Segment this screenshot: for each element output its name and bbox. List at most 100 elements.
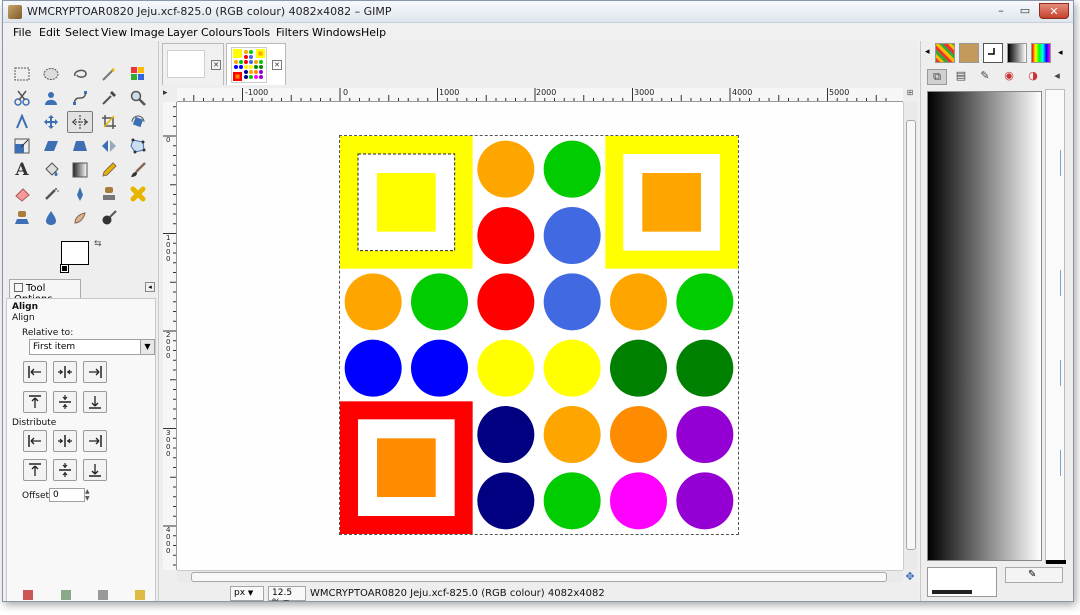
maximize-button[interactable]: ▭ [1013, 3, 1037, 19]
align-center-button[interactable] [53, 361, 77, 383]
dodge-burn-tool[interactable] [96, 207, 122, 229]
offset-spinner[interactable]: ▲ ▼ [85, 488, 92, 502]
vertical-scroll-thumb[interactable] [906, 120, 916, 550]
image-canvas[interactable] [177, 102, 903, 570]
foreground-select-tool[interactable] [38, 87, 64, 109]
gradient-list-strip[interactable] [1045, 89, 1066, 564]
menu-select[interactable]: Select [65, 26, 99, 39]
vertical-ruler[interactable]: 0 1000 2000 3000 4000 [163, 102, 177, 570]
menu-image[interactable]: Image [130, 26, 164, 39]
swap-colors-icon[interactable]: ⇆ [94, 239, 102, 249]
color-picker-tool[interactable] [96, 87, 122, 109]
layers-icon[interactable]: ⧉ [927, 69, 947, 85]
dock-menu-icon[interactable]: ◂ [925, 47, 930, 57]
blur-tool[interactable] [38, 207, 64, 229]
quick-mask-icon[interactable]: ▸ [163, 88, 177, 102]
colormap-icon[interactable]: ◉ [999, 69, 1019, 85]
heal-tool[interactable] [125, 183, 151, 205]
horizontal-ruler[interactable]: -1000 0 1000 2000 3000 4000 5000 [177, 88, 903, 102]
lasso-tool[interactable] [67, 63, 93, 85]
pencil-tool[interactable] [96, 159, 122, 181]
delete-options-icon[interactable] [98, 590, 108, 600]
fuzzy-select-tool[interactable] [96, 63, 122, 85]
menu-windows[interactable]: Windows [312, 26, 361, 39]
menu-view[interactable]: View [101, 26, 127, 39]
close-button[interactable]: ✕ [1039, 3, 1069, 19]
align-right-button[interactable] [83, 361, 107, 383]
perspective-tool[interactable] [67, 135, 93, 157]
restore-options-icon[interactable] [61, 590, 71, 600]
image-content[interactable] [339, 135, 739, 535]
scale-tool[interactable] [9, 135, 35, 157]
cage-tool[interactable] [125, 135, 151, 157]
rotate-tool[interactable] [125, 111, 151, 133]
offset-input[interactable]: 0 [49, 488, 85, 502]
default-colors-icon[interactable] [60, 264, 69, 273]
gradient-preview[interactable] [927, 91, 1042, 561]
align-middle-button[interactable] [53, 391, 77, 413]
distribute-center-button[interactable] [53, 430, 77, 452]
title-bar[interactable]: WMCRYPTOAR0820 Jeju.xcf-825.0 (RGB colou… [3, 1, 1073, 23]
paths-tool[interactable] [67, 87, 93, 109]
brushes-tab-icon[interactable] [959, 43, 979, 63]
gradient-name-field[interactable] [927, 567, 997, 597]
menu-file[interactable]: File [13, 26, 31, 39]
rect-select-tool[interactable] [9, 63, 35, 85]
fonts-tab-icon[interactable] [983, 43, 1003, 63]
align-top-button[interactable] [23, 391, 47, 413]
perspective-clone-tool[interactable] [9, 207, 35, 229]
minimize-button[interactable]: – [989, 3, 1013, 19]
bucket-fill-tool[interactable] [38, 159, 64, 181]
image-tab-blank[interactable]: ✕ [162, 43, 224, 85]
ink-tool[interactable] [67, 183, 93, 205]
eraser-tool[interactable] [9, 183, 35, 205]
menu-help[interactable]: Help [361, 26, 386, 39]
menu-colours[interactable]: Colours [201, 26, 242, 39]
unit-select[interactable]: px ▼ [230, 586, 264, 601]
measure-tool[interactable] [9, 111, 35, 133]
dock-config-icon[interactable]: ◂ [1058, 48, 1063, 58]
paintbrush-tool[interactable] [125, 159, 151, 181]
distribute-middle-button[interactable] [53, 459, 77, 481]
distribute-right-button[interactable] [83, 430, 107, 452]
zoom-tool[interactable] [125, 87, 151, 109]
channels-icon[interactable]: ▤ [951, 69, 971, 85]
flip-tool[interactable] [96, 135, 122, 157]
menu-layer[interactable]: Layer [167, 26, 198, 39]
zoom-select[interactable]: 12.5 % ▼ [268, 586, 306, 601]
menu-filters[interactable]: Filters [276, 26, 309, 39]
distribute-left-button[interactable] [23, 430, 47, 452]
text-tool[interactable]: A [9, 159, 35, 181]
relative-to-select[interactable]: First item ▼ [29, 339, 155, 355]
vertical-scrollbar[interactable] [903, 102, 917, 570]
tool-options-menu-icon[interactable]: ◂ [145, 282, 155, 292]
patterns-tab-icon[interactable] [935, 43, 955, 63]
undo-icon[interactable]: ◂ [1047, 69, 1067, 85]
align-tool[interactable] [67, 111, 93, 133]
palettes-tab-icon[interactable] [1031, 43, 1051, 63]
horizontal-scrollbar[interactable] [177, 570, 903, 583]
clone-tool[interactable] [96, 183, 122, 205]
edit-gradient-button[interactable]: ✎ [1005, 567, 1063, 583]
horizontal-scroll-thumb[interactable] [191, 572, 887, 582]
image-tab-jeju[interactable]: ✕ [226, 43, 286, 85]
ellipse-select-tool[interactable] [38, 63, 64, 85]
align-left-button[interactable] [23, 361, 47, 383]
histogram-icon[interactable]: ◑ [1023, 69, 1043, 85]
move-tool[interactable] [38, 111, 64, 133]
tool-options-tab[interactable]: Tool Options [9, 279, 81, 305]
menu-edit[interactable]: Edit [39, 26, 60, 39]
airbrush-tool[interactable] [38, 183, 64, 205]
menu-tools[interactable]: Tools [243, 26, 270, 39]
smudge-tool[interactable] [67, 207, 93, 229]
shear-tool[interactable] [38, 135, 64, 157]
blend-tool[interactable] [67, 159, 93, 181]
paths-icon[interactable]: ✎ [975, 69, 995, 85]
close-icon[interactable]: ✕ [272, 60, 282, 70]
crop-tool[interactable] [96, 111, 122, 133]
gradients-tab-icon[interactable] [1007, 43, 1027, 63]
navigate-icon[interactable]: ✥ [903, 570, 917, 584]
reset-options-icon[interactable] [135, 590, 145, 600]
distribute-bottom-button[interactable] [83, 459, 107, 481]
close-icon[interactable]: ✕ [211, 60, 221, 70]
